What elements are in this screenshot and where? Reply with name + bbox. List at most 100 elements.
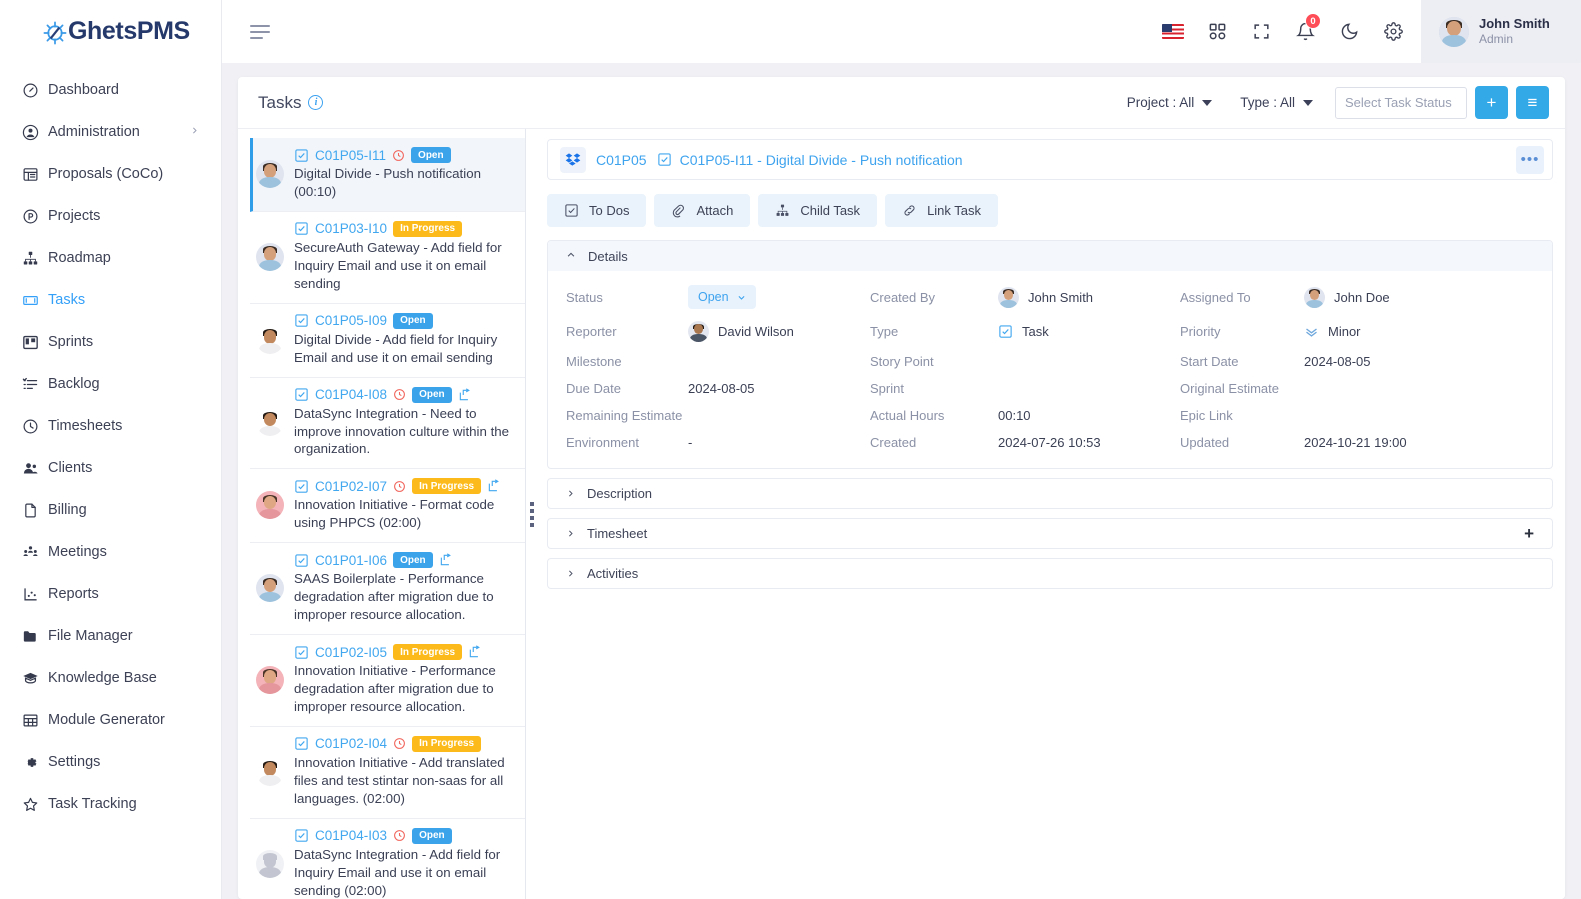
share-icon[interactable]	[468, 645, 482, 659]
info-icon[interactable]: i	[308, 95, 324, 110]
tab-attach[interactable]: Attach	[654, 194, 751, 227]
task-check-icon	[294, 387, 309, 402]
detail-task-title[interactable]: C01P05-I11 - Digital Divide - Push notif…	[680, 152, 963, 168]
sidebar-item-timesheets[interactable]: Timesheets	[0, 405, 221, 447]
description-panel[interactable]: Description	[547, 478, 1553, 509]
type-label: Type	[870, 324, 899, 339]
user-menu[interactable]: John Smith Admin	[1421, 0, 1581, 63]
sidebar-item-task-tracking[interactable]: Task Tracking	[0, 783, 221, 825]
tab-label: To Dos	[589, 203, 630, 218]
sidebar-item-administration[interactable]: Administration	[0, 111, 221, 153]
brand-logo[interactable]: GhetsPMS	[0, 0, 221, 63]
status-badge: Open	[412, 827, 452, 844]
proposal-document-icon	[22, 166, 48, 183]
task-status-input[interactable]	[1335, 86, 1467, 119]
task-list-item[interactable]: C01P02-I04 In Progress Innovation Initiati…	[250, 727, 525, 819]
task-more-options-button[interactable]: •••	[1516, 145, 1544, 174]
created-by-name: John Smith	[1028, 289, 1094, 305]
tab-to-dos[interactable]: To Dos	[547, 194, 647, 227]
status-badge: Open	[393, 312, 433, 329]
task-list-item[interactable]: C01P05-I11 Open Digital Divide - Push noti…	[250, 138, 525, 212]
hamburger-icon[interactable]	[250, 24, 274, 39]
sidebar-item-projects[interactable]: Projects	[0, 195, 221, 237]
sidebar-item-label: Roadmap	[48, 250, 111, 266]
task-check-icon	[294, 828, 309, 843]
task-code[interactable]: C01P04-I03	[315, 828, 387, 843]
gear-icon[interactable]	[1371, 0, 1415, 63]
timesheet-panel[interactable]: Timesheet +	[547, 518, 1553, 549]
task-code[interactable]: C01P02-I04	[315, 736, 387, 751]
task-list-item[interactable]: C01P02-I05 In Progress Innovation Initiati…	[250, 635, 525, 727]
clock-icon	[22, 418, 48, 435]
updated-label: Updated	[1180, 435, 1230, 450]
reporter-name: David Wilson	[718, 324, 794, 339]
tab-link-task[interactable]: Link Task	[885, 194, 999, 227]
flag-us-glyph	[1162, 24, 1184, 39]
sidebar-item-reports[interactable]: Reports	[0, 573, 221, 615]
tab-label: Child Task	[800, 203, 861, 218]
notification-count-badge: 0	[1305, 13, 1321, 29]
sidebar-item-clients[interactable]: Clients	[0, 447, 221, 489]
created-label: Created	[870, 435, 917, 450]
task-list-item[interactable]: C01P03-I10 In Progress SecureAuth Gateway …	[250, 212, 525, 304]
share-icon[interactable]	[487, 479, 501, 493]
task-code[interactable]: C01P05-I09	[315, 313, 387, 328]
paperclip-icon	[671, 203, 686, 218]
sidebar-item-file-manager[interactable]: File Manager	[0, 615, 221, 657]
sidebar-item-proposals-coco[interactable]: Proposals (CoCo)	[0, 153, 221, 195]
plus-icon[interactable]: +	[1524, 524, 1534, 544]
chevron-down-icon	[1202, 99, 1213, 106]
hierarchy-icon	[775, 203, 790, 218]
notifications-bell-icon[interactable]: 0	[1283, 0, 1327, 63]
sidebar-item-tasks[interactable]: Tasks	[0, 279, 221, 321]
panel-resize-handle[interactable]	[526, 129, 537, 899]
share-icon[interactable]	[458, 387, 472, 402]
sidebar-item-meetings[interactable]: Meetings	[0, 531, 221, 573]
dark-mode-moon-icon[interactable]	[1327, 0, 1371, 63]
split-view: C01P05-I11 Open Digital Divide - Push noti…	[238, 129, 1565, 899]
avatar	[256, 849, 284, 878]
overdue-clock-icon	[393, 829, 406, 842]
sidebar-item-label: Module Generator	[48, 712, 165, 728]
status-badge[interactable]: Open	[688, 285, 756, 309]
task-code[interactable]: C01P01-I06	[315, 553, 387, 568]
detail-project-code[interactable]: C01P05	[596, 152, 647, 168]
list-options-button[interactable]: ≡	[1516, 86, 1549, 119]
details-panel-header[interactable]: Details	[548, 241, 1552, 271]
priority-label: Priority	[1180, 324, 1221, 339]
sidebar-item-settings[interactable]: Settings	[0, 741, 221, 783]
sidebar-item-module-generator[interactable]: Module Generator	[0, 699, 221, 741]
add-task-button[interactable]: +	[1475, 86, 1508, 119]
task-check-icon	[294, 479, 309, 494]
sidebar-item-roadmap[interactable]: Roadmap	[0, 237, 221, 279]
task-list-item[interactable]: C01P05-I09 Open Digital Divide - Add field…	[250, 304, 525, 378]
sidebar-item-billing[interactable]: Billing	[0, 489, 221, 531]
task-list[interactable]: C01P05-I11 Open Digital Divide - Push noti…	[238, 129, 526, 899]
type-filter-dropdown[interactable]: Type : All	[1226, 95, 1327, 110]
activities-panel[interactable]: Activities	[547, 558, 1553, 589]
start-date-value: 2024-08-05	[1304, 354, 1371, 369]
sidebar-item-knowledge-base[interactable]: Knowledge Base	[0, 657, 221, 699]
task-list-item[interactable]: C01P04-I08 Open DataSync Integration - Nee…	[250, 378, 525, 470]
task-check-icon	[294, 645, 309, 660]
gear-g-logo-icon	[42, 18, 68, 46]
share-icon[interactable]	[439, 553, 453, 567]
fullscreen-icon[interactable]	[1239, 0, 1283, 63]
task-code[interactable]: C01P03-I10	[315, 221, 387, 236]
language-flag-us-icon[interactable]	[1151, 0, 1195, 63]
apps-grid-icon[interactable]	[1195, 0, 1239, 63]
sidebar-item-backlog[interactable]: Backlog	[0, 363, 221, 405]
task-code[interactable]: C01P02-I07	[315, 479, 387, 494]
project-filter-dropdown[interactable]: Project : All	[1113, 95, 1227, 110]
task-code[interactable]: C01P02-I05	[315, 645, 387, 660]
task-list-item[interactable]: C01P04-I03 Open DataSync Integration - Add…	[250, 819, 525, 899]
sidebar-item-dashboard[interactable]: Dashboard	[0, 69, 221, 111]
tab-child-task[interactable]: Child Task	[758, 194, 878, 227]
task-code[interactable]: C01P05-I11	[315, 148, 386, 163]
task-code[interactable]: C01P04-I08	[315, 387, 387, 402]
type-value: Task	[998, 324, 1180, 339]
sidebar-item-sprints[interactable]: Sprints	[0, 321, 221, 363]
card-header: Tasks i Project : All Type : All Select …	[238, 77, 1565, 129]
task-list-item[interactable]: C01P01-I06 Open SAAS Boilerplate - Perform…	[250, 543, 525, 636]
task-list-item[interactable]: C01P02-I07 In Progress Innovation Initiati…	[250, 469, 525, 544]
